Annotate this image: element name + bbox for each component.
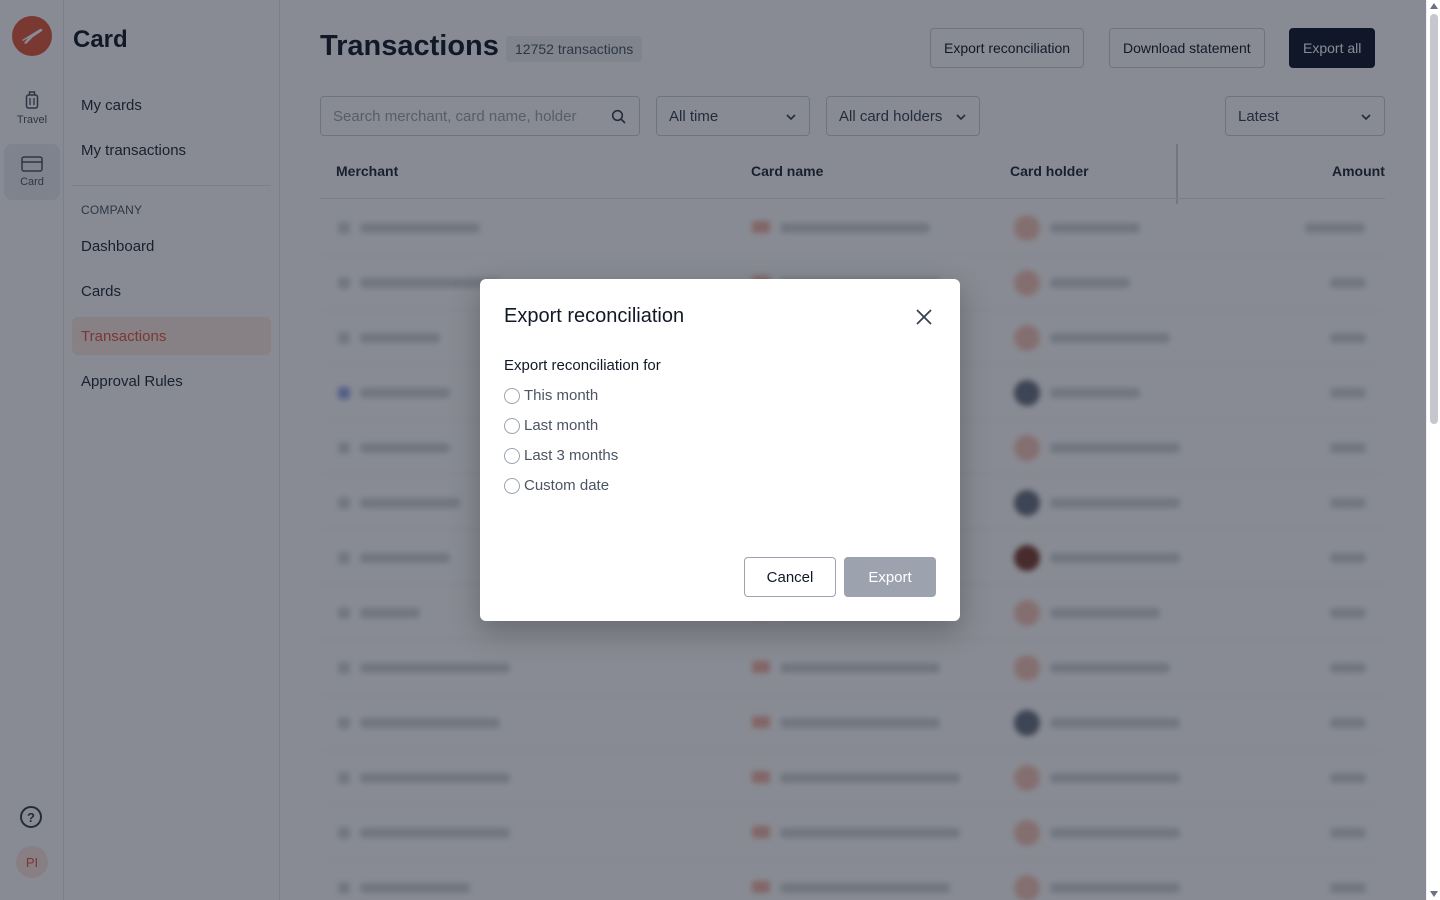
export-reconciliation-dialog: Export reconciliation Export reconciliat… (480, 279, 960, 621)
radio-option-this-month[interactable]: This month (504, 387, 598, 404)
cancel-button[interactable]: Cancel (744, 557, 836, 597)
radio-option-custom-date[interactable]: Custom date (504, 477, 609, 494)
scrollbar-thumb[interactable] (1430, 14, 1438, 424)
radio-button[interactable] (504, 477, 520, 494)
radio-button[interactable] (504, 417, 520, 434)
close-x-icon (916, 309, 932, 325)
radio-label: Last month (524, 417, 599, 434)
radio-label: Last 3 months (524, 447, 619, 464)
close-icon[interactable] (913, 306, 935, 328)
radio-option-last-3-months[interactable]: Last 3 months (504, 447, 618, 464)
scroll-up-arrow-icon[interactable] (1430, 3, 1438, 9)
radio-button[interactable] (504, 387, 520, 404)
scroll-down-arrow-icon[interactable] (1430, 891, 1438, 897)
page-scrollbar[interactable] (1426, 0, 1440, 900)
dialog-title: Export reconciliation (504, 305, 685, 327)
radio-label: This month (524, 387, 599, 404)
dialog-field-label: Export reconciliation for (504, 357, 661, 374)
radio-option-last-month[interactable]: Last month (504, 417, 598, 434)
export-button[interactable]: Export (844, 557, 936, 597)
radio-button[interactable] (504, 447, 520, 464)
radio-label: Custom date (524, 477, 610, 494)
